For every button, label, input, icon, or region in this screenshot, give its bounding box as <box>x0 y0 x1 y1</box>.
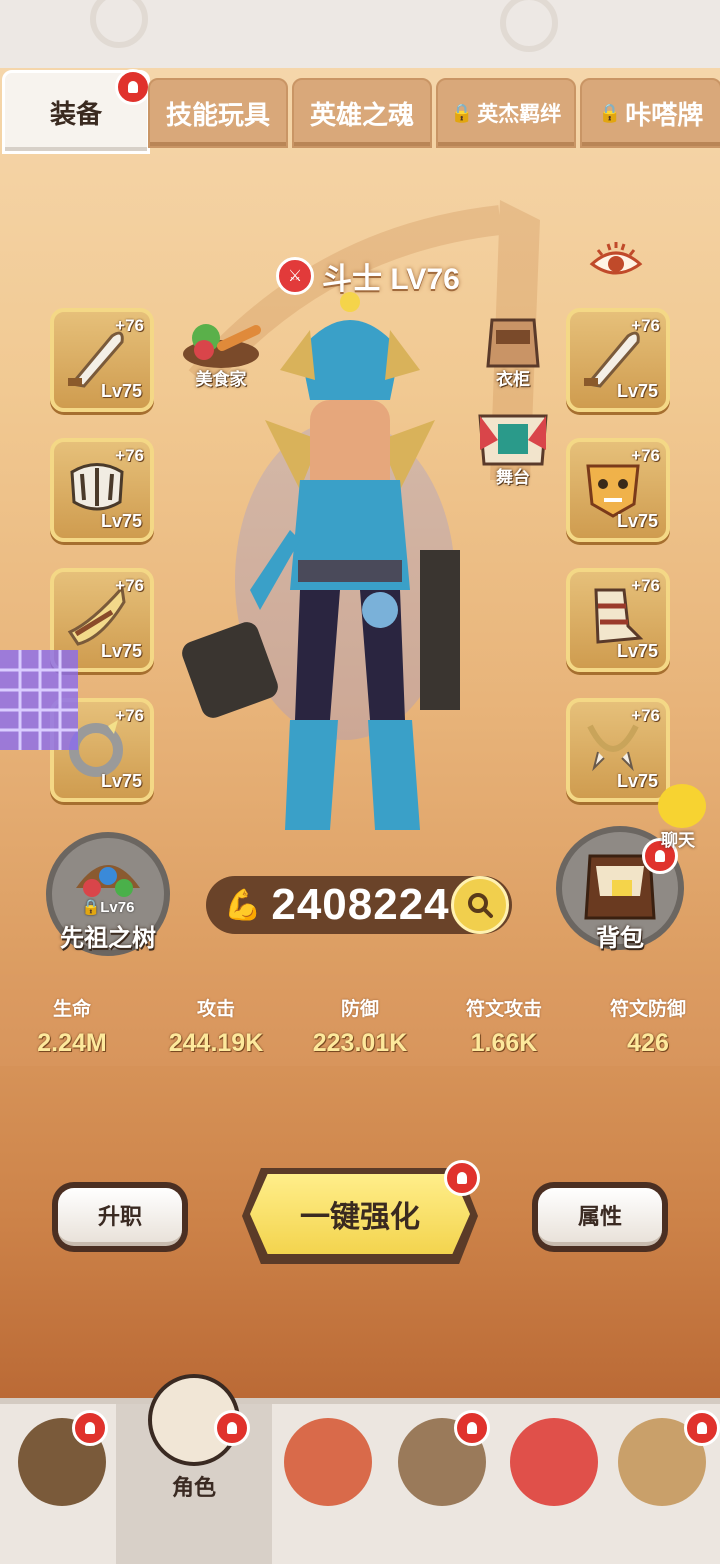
tiki-totem-icon <box>284 1418 372 1506</box>
stat-label: 符文防御 <box>609 999 686 1020</box>
nav-character[interactable]: 角色 <box>116 1374 272 1564</box>
tab-label: 技能玩具 <box>165 99 270 130</box>
stat-defense: 防御 223.01K <box>293 974 427 1066</box>
nav-camp[interactable] <box>606 1404 720 1564</box>
equip-slot-boots[interactable]: +76 Lv75 <box>566 568 670 672</box>
red-dragon-icon <box>510 1418 598 1506</box>
slot-enhance-level: +76 <box>631 706 660 725</box>
swirl-deco-icon <box>90 0 148 48</box>
notification-badge-icon <box>115 69 151 105</box>
notification-badge-icon <box>684 1410 720 1446</box>
nav-label: 角色 <box>171 1475 216 1500</box>
eye-icon[interactable] <box>588 238 644 284</box>
notification-badge-icon <box>454 1410 490 1446</box>
tree-label: 先祖之树 <box>60 925 156 952</box>
equip-slot-weapon-left[interactable]: +76 Lv75 <box>50 308 154 412</box>
stat-value: 426 <box>627 1029 669 1057</box>
slot-enhance-level: +76 <box>631 446 660 465</box>
slot-enhance-level: +76 <box>115 316 144 335</box>
combat-power-value: 2408224 <box>271 880 450 929</box>
attributes-button-frame: 属性 <box>532 1182 668 1252</box>
lock-icon: 🔒 <box>598 102 622 123</box>
stat-rune-defense: 符文防御 426 <box>581 974 715 1066</box>
enhance-all-button[interactable]: 一键强化 <box>242 1160 480 1264</box>
slot-enhance-level: +76 <box>115 576 144 595</box>
enhance-all-label: 一键强化 <box>250 1174 470 1254</box>
promote-button[interactable]: 升职 <box>58 1188 182 1246</box>
nav-home[interactable] <box>6 1404 118 1564</box>
stat-value: 1.66K <box>470 1029 538 1057</box>
slot-item-level: Lv75 <box>616 511 658 531</box>
tree-level: 🔒Lv76 <box>81 899 135 916</box>
glowing-cubes-deco <box>0 650 78 750</box>
slot-enhance-level: +76 <box>115 706 144 725</box>
top-strip <box>0 0 720 68</box>
combat-power-bar: 💪 2408224 <box>206 876 512 934</box>
tab-label: 装备 <box>49 98 102 129</box>
hero-character[interactable] <box>180 290 510 860</box>
stat-label: 防御 <box>340 999 379 1020</box>
slot-enhance-level: +76 <box>631 576 660 595</box>
stat-rune-attack: 符文攻击 1.66K <box>437 974 571 1066</box>
notification-badge-icon <box>72 1410 108 1446</box>
bottom-nav: 角色 <box>0 1374 720 1564</box>
nav-dragon[interactable] <box>498 1404 610 1564</box>
slot-item-level: Lv75 <box>100 771 142 791</box>
notification-badge-icon <box>444 1160 480 1196</box>
equip-slot-helmet[interactable]: +76 Lv75 <box>566 438 670 542</box>
slot-item-level: Lv75 <box>616 641 658 661</box>
promote-button-frame: 升职 <box>52 1182 188 1252</box>
stat-label: 攻击 <box>196 999 235 1020</box>
slot-item-level: Lv75 <box>616 381 658 401</box>
attributes-button[interactable]: 属性 <box>538 1188 662 1246</box>
slot-enhance-level: +76 <box>115 446 144 465</box>
stat-attack: 攻击 244.19K <box>149 974 283 1066</box>
chat-button[interactable]: 聊天 <box>634 782 714 850</box>
slot-item-level: Lv75 <box>100 381 142 401</box>
tab-equipment[interactable]: 装备 <box>2 69 151 154</box>
stat-value: 223.01K <box>312 1029 408 1057</box>
tab-click-cards[interactable]: 🔒 咔嗒牌 <box>580 78 720 148</box>
slot-item-level: Lv75 <box>100 641 142 661</box>
tab-hero-bond[interactable]: 🔒 英杰羁绊 <box>436 78 576 148</box>
nav-elder[interactable] <box>386 1404 498 1564</box>
swirl-deco-icon <box>500 0 558 52</box>
stat-label: 生命 <box>52 999 91 1020</box>
equip-slot-bracer[interactable]: +76 Lv75 <box>50 438 154 542</box>
stat-hp: 生命 2.24M <box>5 974 139 1066</box>
tab-skill-toys[interactable]: 技能玩具 <box>148 78 288 148</box>
backpack-label: 背包 <box>596 925 644 952</box>
slot-enhance-level: +76 <box>631 316 660 335</box>
tab-bar: 装备 技能玩具 英雄之魂 🔒 英杰羁绊 🔒 咔嗒牌 <box>0 66 720 154</box>
tab-label: 英雄之魂 <box>309 99 414 130</box>
slot-item-level: Lv75 <box>100 511 142 531</box>
lock-icon: 🔒 <box>450 102 474 123</box>
stats-panel: 生命 2.24M 攻击 244.19K 防御 223.01K 符文攻击 1.66… <box>0 974 720 1066</box>
ancestor-tree-button[interactable]: 🔒Lv76 先祖之树 <box>46 832 170 956</box>
tab-hero-soul[interactable]: 英雄之魂 <box>292 78 432 148</box>
emoji-face-icon <box>658 784 706 828</box>
search-icon[interactable] <box>451 876 509 934</box>
muscle-arm-icon: 💪 <box>224 888 262 922</box>
tab-label: 咔嗒牌 <box>625 99 704 130</box>
chat-label: 聊天 <box>661 831 695 850</box>
stat-value: 244.19K <box>168 1029 264 1057</box>
stat-value: 2.24M <box>37 1029 107 1057</box>
stat-label: 符文攻击 <box>465 999 542 1020</box>
notification-badge-icon <box>214 1410 250 1446</box>
tab-label: 英杰羁绊 <box>477 103 562 126</box>
nav-totem[interactable] <box>272 1404 384 1564</box>
equip-slot-weapon-right[interactable]: +76 Lv75 <box>566 308 670 412</box>
